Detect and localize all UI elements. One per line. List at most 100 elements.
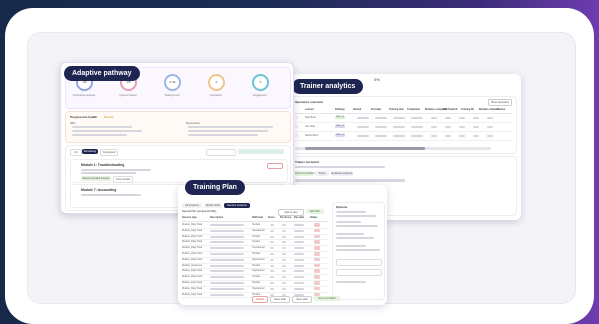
- module-status-dot: [267, 163, 283, 169]
- overview-scrollbar[interactable]: [295, 147, 491, 150]
- module-line: [81, 172, 136, 174]
- session-type: Module_Daily Task: [182, 281, 203, 284]
- status-chip[interactable]: [314, 275, 320, 279]
- status-chip[interactable]: [314, 234, 320, 239]
- status-chip[interactable]: [314, 269, 320, 273]
- show-operators-button[interactable]: Show operators: [488, 99, 512, 106]
- score-value: [270, 224, 274, 226]
- footer-button[interactable]: Save & publish: [314, 296, 340, 301]
- side-select[interactable]: [336, 269, 382, 276]
- column-header: Session type: [182, 216, 197, 219]
- plan-tab-generic-sessions[interactable]: Generic sessions: [224, 203, 250, 208]
- side-select[interactable]: [336, 259, 382, 266]
- kpi-value: 0%: [374, 77, 380, 82]
- due-date-value: [294, 258, 304, 261]
- status-chip[interactable]: [314, 246, 320, 250]
- due-date-value: [294, 235, 304, 238]
- column-header: Diff. Peak lift: [443, 108, 458, 111]
- column-header: Status: [310, 216, 318, 219]
- recommended-content-button[interactable]: Recommended content: [81, 176, 111, 181]
- score-value: [270, 270, 274, 273]
- row-checkbox[interactable]: [295, 116, 298, 119]
- pre-score-value: [282, 270, 286, 273]
- next-line: [188, 126, 273, 128]
- session-type: Module_Daily Task: [182, 223, 203, 226]
- score-value: [270, 253, 274, 255]
- side-panel-title: Options: [336, 205, 348, 209]
- score-value: [270, 229, 274, 232]
- plan-tab-mobile-skills[interactable]: Mobile skills: [204, 203, 222, 208]
- status-chip[interactable]: [314, 257, 320, 262]
- column-header: Learner: [305, 108, 314, 111]
- footer-button[interactable]: Cancel: [252, 296, 268, 303]
- plan-tab-all-sessions[interactable]: All sessions: [182, 203, 202, 208]
- status-chip[interactable]: [314, 281, 320, 285]
- description-line: [210, 270, 244, 273]
- status-chip[interactable]: [314, 228, 320, 233]
- pre-score-value: [282, 247, 286, 250]
- side-line: [336, 237, 374, 239]
- score-value: [270, 282, 274, 284]
- skill-level: Tactical: [252, 240, 260, 244]
- row-checkbox[interactable]: [295, 125, 298, 128]
- due-date-value: [294, 276, 304, 279]
- assistant-chip-evaluate[interactable]: Evaluate progress: [331, 171, 353, 176]
- cell-value: [431, 126, 437, 128]
- pre-score-value: [282, 241, 286, 244]
- skill-level: Tactical: [252, 234, 260, 238]
- learner-name: Ana Harp: [305, 125, 316, 128]
- filter-select[interactable]: [206, 149, 236, 156]
- table-row[interactable]: Sam Boss PMS_01: [295, 114, 512, 123]
- table-row[interactable]: Ana Harp PMS_02: [295, 123, 512, 132]
- cell-value: [431, 117, 437, 119]
- overview-scrollbar-thumb[interactable]: [305, 147, 425, 150]
- due-date-value: [294, 282, 304, 284]
- skill-level: Operational: [252, 246, 265, 250]
- tab-all[interactable]: All: [70, 149, 82, 156]
- edit-filter-button[interactable]: Edit filter: [306, 209, 324, 214]
- column-header: Review: [497, 108, 506, 111]
- table-row[interactable]: Rachel Moni PMS_03: [295, 132, 512, 141]
- cell-value: [375, 117, 387, 119]
- stat-label: Quizzes Passed: [119, 94, 137, 97]
- tab-completed[interactable]: Completed: [100, 149, 118, 156]
- description-line: [210, 241, 244, 244]
- cell-value: [473, 117, 479, 119]
- status-chip[interactable]: [314, 240, 320, 244]
- cell-value: [411, 117, 423, 119]
- module-line: [81, 169, 151, 171]
- cell-value: [487, 135, 493, 137]
- description-line: [210, 282, 244, 284]
- training-plan-card: All sessions Mobile skills Generic sessi…: [178, 185, 387, 305]
- score-value: [270, 247, 274, 250]
- plan-footer: Cancel Save draft Save plan Save & publish: [182, 296, 383, 303]
- session-type: Module_Daily Task: [182, 246, 203, 250]
- status-chip[interactable]: [314, 263, 320, 268]
- module-card[interactable]: Module 1: Troubleshooting Recommended co…: [70, 159, 288, 183]
- status-chip[interactable]: [314, 252, 320, 256]
- side-line: [336, 215, 376, 217]
- skill-level: Operational: [252, 269, 265, 273]
- session-type: Module_Daily Task: [182, 252, 203, 255]
- assistant-chip-recommendation[interactable]: Recommendation: [295, 171, 315, 176]
- due-date-value: [294, 253, 304, 255]
- row-checkbox[interactable]: [295, 134, 298, 137]
- module-title: Module 7: Accounting: [81, 188, 117, 192]
- status-chip[interactable]: [314, 223, 320, 227]
- description-line: [210, 247, 244, 250]
- status-chip[interactable]: [314, 286, 320, 291]
- view-results-button[interactable]: View results: [113, 176, 133, 183]
- plan-list-title: Special Plan (program/profile): [182, 210, 217, 213]
- column-header: End date: [371, 108, 382, 111]
- why-line: [72, 126, 132, 128]
- module-line: [81, 194, 141, 196]
- footer-button[interactable]: Save plan: [292, 296, 312, 303]
- side-line: [336, 233, 364, 235]
- session-type: Module_Daily Task: [182, 240, 203, 244]
- due-date-value: [294, 241, 304, 244]
- skill-level: Operational: [252, 228, 265, 232]
- footer-button[interactable]: Save draft: [270, 296, 290, 303]
- assistant-input-line: [295, 179, 405, 182]
- assistant-chip-topics[interactable]: Topics: [315, 171, 329, 176]
- tab-remaining[interactable]: Remaining: [82, 149, 98, 154]
